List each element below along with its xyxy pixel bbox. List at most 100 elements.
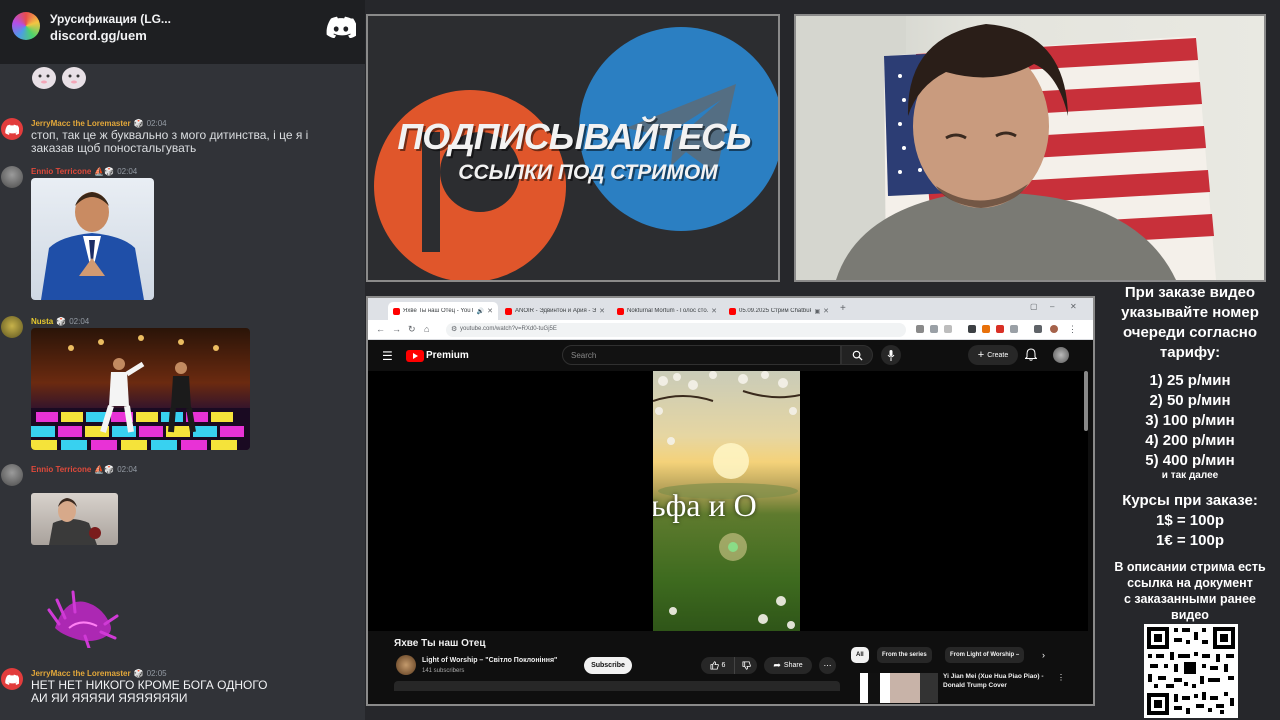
tariff-item: 4) 200 р/мин xyxy=(1145,432,1235,449)
forward-icon[interactable]: → xyxy=(392,324,401,334)
address-bar[interactable]: ⚙ youtube.com/watch?v=RXd0-tuGj5E xyxy=(446,323,906,337)
search-button[interactable] xyxy=(841,345,873,365)
disco-scene xyxy=(31,335,250,450)
author-name[interactable]: Nusta xyxy=(31,317,53,326)
zoom-icon[interactable] xyxy=(916,325,924,333)
youtube-logo-icon[interactable] xyxy=(406,350,424,362)
qr-code-pattern xyxy=(1147,627,1235,715)
tariff-item: 1) 25 р/мин xyxy=(1149,372,1231,389)
youtube-favicon-icon xyxy=(729,307,736,315)
chip-all[interactable]: All xyxy=(851,647,869,663)
dislike-button[interactable] xyxy=(736,657,757,674)
extension-icon[interactable] xyxy=(996,325,1004,333)
browser-tab[interactable]: Яхве Ты наш Отец - YouTube 🔊 ✕ xyxy=(388,302,498,320)
description-box[interactable] xyxy=(394,681,840,691)
footer-line: видео xyxy=(1171,608,1209,622)
plus-icon: + xyxy=(977,349,985,361)
close-tab-icon[interactable]: ✕ xyxy=(711,307,717,315)
disco-dance-image[interactable] xyxy=(31,328,250,450)
channel-avatar[interactable] xyxy=(396,655,416,675)
channel-name[interactable]: Light of Worship – "Світло Поклоніння" xyxy=(422,657,557,664)
browser-tab[interactable]: Nokturnal Mortum - Голос сто... ✕ xyxy=(612,302,722,320)
share-label: Share xyxy=(783,662,803,669)
message-author[interactable]: Ennio Terricone ⛵🎲 02:04 xyxy=(31,465,137,474)
author-name[interactable]: JerryMacc the Loremaster xyxy=(31,669,131,678)
suit-man-image[interactable] xyxy=(31,178,154,300)
create-label: Create xyxy=(987,351,1009,359)
extension-icon[interactable] xyxy=(1010,325,1018,333)
more-actions-icon[interactable]: ⋯ xyxy=(819,657,836,674)
tariff-item: 3) 100 р/мин xyxy=(1145,412,1235,429)
recommended-thumbnail[interactable] xyxy=(860,673,938,703)
author-name[interactable]: JerryMacc the Loremaster xyxy=(31,119,131,128)
voice-search-button[interactable] xyxy=(881,345,901,365)
message-author[interactable]: Nusta 🎲 02:04 xyxy=(31,317,89,326)
tariff-item: 2) 50 р/мин xyxy=(1149,392,1231,409)
video-overlay-text: льфа и О xyxy=(653,487,757,523)
reload-icon[interactable]: ↻ xyxy=(408,324,416,335)
close-window-icon[interactable]: ✕ xyxy=(1070,302,1077,311)
message-author[interactable]: Ennio Terricone ⛵🎲 02:04 xyxy=(31,167,137,176)
info-heading-line: указывайте номер xyxy=(1121,304,1259,321)
audio-icon: 🔊 xyxy=(476,308,485,315)
discord-icon xyxy=(5,674,19,685)
cast-icon[interactable] xyxy=(930,325,938,333)
extensions-icon[interactable] xyxy=(1034,325,1042,333)
extension-icon[interactable] xyxy=(982,325,990,333)
home-icon[interactable]: ⌂ xyxy=(424,324,429,334)
site-info-icon[interactable]: ⚙ xyxy=(451,325,457,333)
close-tab-icon[interactable]: ✕ xyxy=(487,307,493,315)
message-time: 02:04 xyxy=(117,167,138,176)
back-icon[interactable]: ← xyxy=(376,324,385,334)
author-name[interactable]: Ennio Terricone xyxy=(31,167,91,176)
info-heading-line: тарифу: xyxy=(1159,344,1221,361)
tab-title: ANOIR - Эдвинтон и Ария - Эд... xyxy=(515,308,597,314)
minimize-icon[interactable]: – xyxy=(1050,302,1054,311)
browser-window: Яхве Ты наш Отец - YouTube 🔊 ✕ ANOIR - Э… xyxy=(366,296,1095,706)
browser-tab[interactable]: 05.09.2025 Стрим Chatbukit ... ▣ ✕ xyxy=(724,302,834,320)
qr-code[interactable] xyxy=(1144,624,1238,718)
chip-from-series[interactable]: From the series xyxy=(877,647,932,663)
notifications-bell-icon[interactable] xyxy=(1025,348,1037,361)
youtube-brand[interactable]: Premium xyxy=(426,350,469,361)
chevron-right-icon[interactable]: › xyxy=(1042,650,1045,660)
profile-icon[interactable] xyxy=(1050,325,1058,333)
browser-menu-icon[interactable]: ⋮ xyxy=(1068,324,1077,335)
server-invite-link[interactable]: discord.gg/uem xyxy=(50,28,147,43)
close-tab-icon[interactable]: ✕ xyxy=(823,307,829,315)
discord-avatar[interactable] xyxy=(1,668,23,690)
extension-icon[interactable] xyxy=(968,325,976,333)
video-player[interactable]: льфа и О xyxy=(368,371,1088,631)
video-frame: льфа и О xyxy=(653,371,800,631)
minimize-window-icon[interactable]: ▢ xyxy=(1030,302,1038,311)
message-author[interactable]: JerryMacc the Loremaster 🎲 02:04 xyxy=(31,119,167,128)
hamburger-menu-icon[interactable]: ☰ xyxy=(382,349,393,363)
man-photo-illustration xyxy=(49,498,101,545)
new-tab-icon[interactable]: + xyxy=(840,303,846,314)
discord-avatar[interactable] xyxy=(1,118,23,140)
like-button[interactable]: 6 xyxy=(701,657,735,674)
more-options-icon[interactable]: ⋮ xyxy=(1057,673,1065,682)
tariff-item: 5) 400 р/мин xyxy=(1145,452,1235,469)
author-name[interactable]: Ennio Terricone xyxy=(31,465,91,474)
search-input[interactable]: Search xyxy=(562,345,841,365)
tab-title: Яхве Ты наш Отец - YouTube xyxy=(403,308,474,314)
page-scrollbar[interactable] xyxy=(1084,371,1088,431)
message-text: стоп, так це ж буквально з мого дитинств… xyxy=(31,129,308,155)
user-avatar[interactable] xyxy=(1,166,23,188)
close-tab-icon[interactable]: ✕ xyxy=(599,307,605,315)
user-avatar[interactable] xyxy=(1,464,23,486)
bookmark-icon[interactable] xyxy=(944,325,952,333)
message-author[interactable]: JerryMacc the Loremaster 🎲 02:05 xyxy=(31,669,167,678)
youtube-favicon-icon xyxy=(393,307,400,315)
account-avatar[interactable] xyxy=(1053,347,1069,363)
discord-logo-icon xyxy=(326,16,356,38)
share-button[interactable]: ➦ Share xyxy=(764,657,812,674)
subscribe-button[interactable]: Subscribe xyxy=(584,657,632,674)
chip-from-channel[interactable]: From Light of Worship – xyxy=(945,647,1025,663)
man-photo[interactable] xyxy=(31,493,118,545)
user-avatar[interactable] xyxy=(1,316,23,338)
recommended-title[interactable]: Yi Jian Mei (Xue Hua Piao Piao) - Donald… xyxy=(943,672,1055,690)
browser-tab[interactable]: ANOIR - Эдвинтон и Ария - Эд... ✕ xyxy=(500,302,610,320)
create-button[interactable]: + Create xyxy=(968,345,1018,365)
